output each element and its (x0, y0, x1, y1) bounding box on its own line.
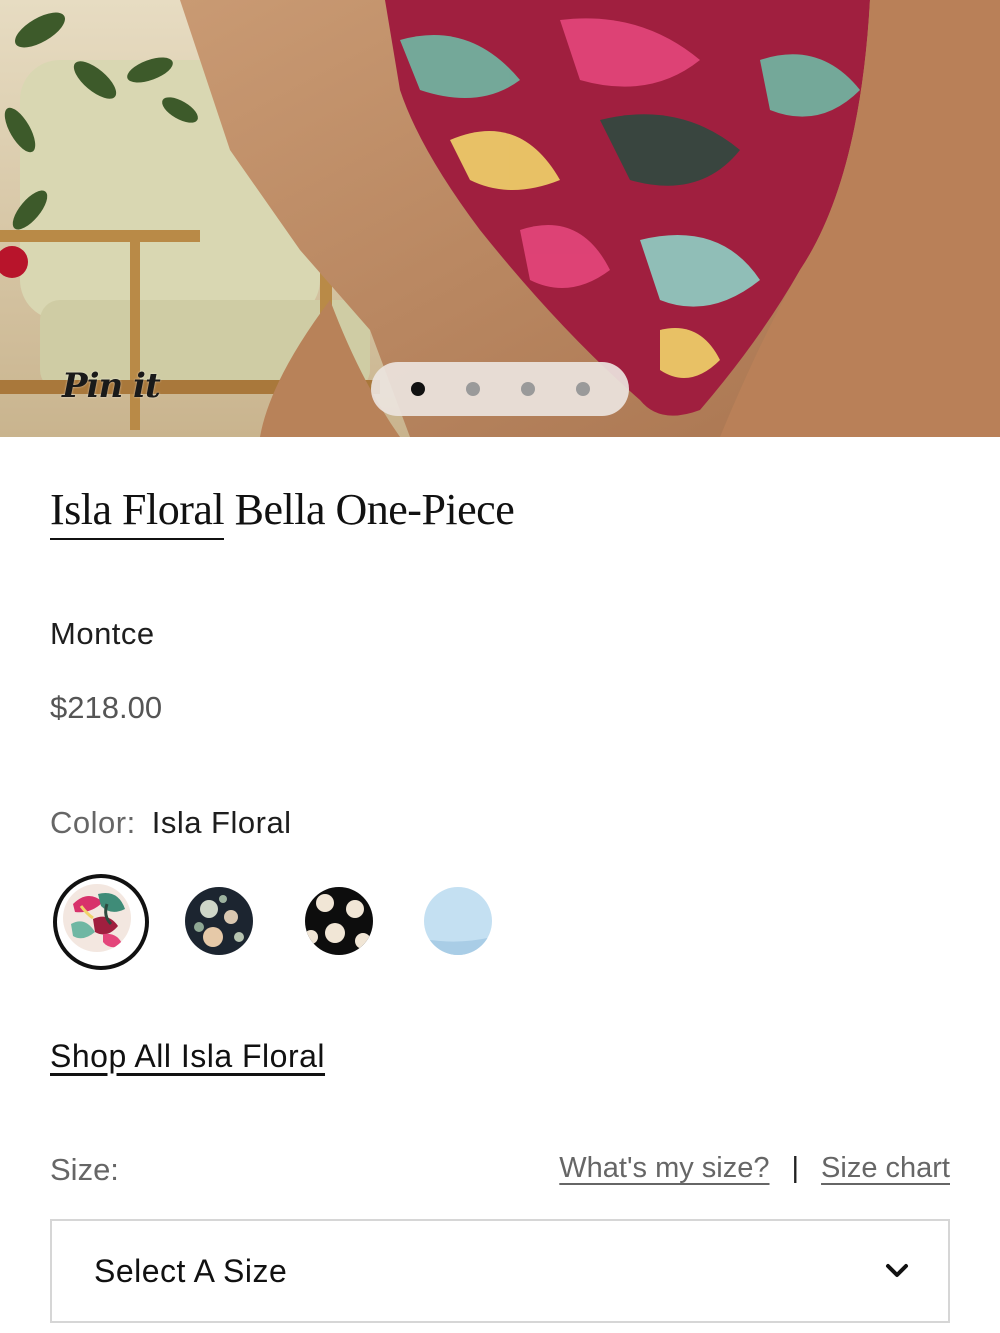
polka-dot-swatch-image (305, 887, 373, 955)
swatch-black-polka-dot[interactable] (305, 887, 373, 955)
swatch-light-blue[interactable] (424, 887, 492, 955)
carousel-dot[interactable] (575, 382, 590, 396)
color-label: Color: (50, 805, 136, 840)
chevron-down-icon (886, 1264, 908, 1277)
carousel-pagination (371, 362, 629, 416)
swatch-isla-floral[interactable] (63, 884, 131, 952)
size-links-separator: | (791, 1152, 800, 1184)
shop-all-link[interactable]: Shop All Isla Floral (50, 1038, 325, 1075)
product-collection-link[interactable]: Isla Floral (50, 485, 225, 540)
size-chart-link[interactable]: Size chart (821, 1152, 950, 1185)
light-blue-swatch-image (424, 887, 492, 955)
size-select-dropdown[interactable]: Select A Size (50, 1219, 950, 1323)
size-label: Size: (50, 1152, 119, 1187)
size-help-links: What's my size? | Size chart (559, 1152, 950, 1185)
carousel-dot[interactable] (520, 382, 535, 396)
product-brand: Montce (50, 616, 155, 651)
selected-color-name: Isla Floral (151, 805, 292, 840)
dark-floral-swatch-image (185, 887, 253, 955)
isla-floral-swatch-image (63, 884, 131, 952)
carousel-dot[interactable] (465, 382, 480, 396)
size-select-value: Select A Size (94, 1252, 288, 1289)
whats-my-size-link[interactable]: What's my size? (559, 1152, 769, 1185)
product-price: $218.00 (50, 690, 163, 725)
product-title: Isla Floral Bella One-Piece (50, 484, 515, 540)
swatch-dark-floral[interactable] (185, 887, 253, 955)
pin-it-button[interactable]: Pin it (62, 366, 161, 406)
color-selection: Color: Isla Floral (50, 805, 292, 841)
product-title-rest: Bella One-Piece (224, 485, 515, 534)
product-image-carousel[interactable]: Pin it (0, 0, 1000, 437)
carousel-dot[interactable] (410, 382, 425, 396)
